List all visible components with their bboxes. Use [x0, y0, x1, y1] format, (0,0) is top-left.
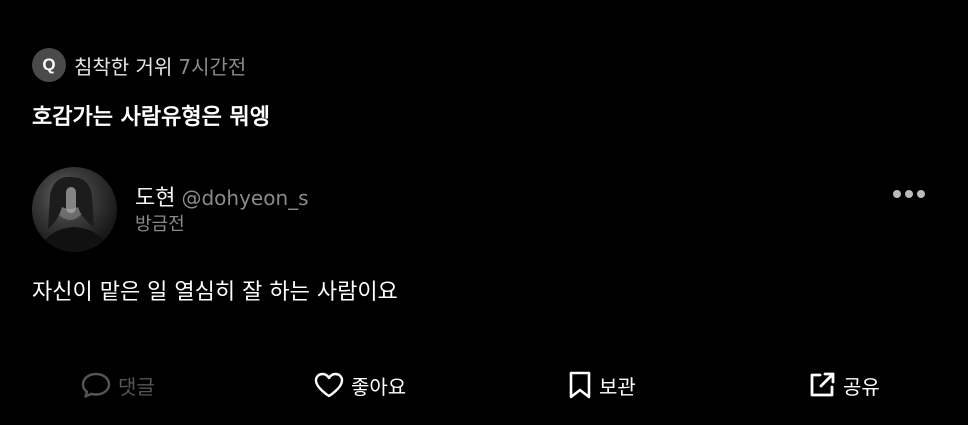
- bookmark-icon: [569, 371, 591, 399]
- like-button[interactable]: 좋아요: [313, 365, 406, 405]
- avatar-photo: [40, 176, 110, 252]
- like-label: 좋아요: [351, 374, 407, 399]
- asker-name[interactable]: 침착한 거위: [74, 51, 172, 80]
- answer-text: 자신이 맡은 일 열심히 잘 하는 사람이요: [32, 280, 398, 305]
- action-bar: 댓글 좋아요 보관 공유: [0, 365, 968, 405]
- avatar[interactable]: [32, 167, 117, 252]
- question-text: 호감가는 사람유형은 뭐엥: [32, 105, 270, 130]
- save-label: 보관: [599, 374, 636, 399]
- comment-bubble-icon: [81, 372, 111, 398]
- question-meta: Q 침착한 거위 7시간전: [32, 47, 246, 83]
- more-horizontal-icon: [893, 190, 925, 198]
- author-name[interactable]: 도현: [135, 180, 175, 212]
- author-handle[interactable]: @dohyeon_s: [181, 186, 308, 210]
- more-button[interactable]: [888, 180, 930, 208]
- answer-time: 방금전: [135, 214, 185, 235]
- comment-label: 댓글: [118, 374, 155, 399]
- heart-icon: [314, 372, 344, 398]
- share-button[interactable]: 공유: [807, 365, 880, 405]
- comment-button[interactable]: 댓글: [80, 365, 155, 405]
- share-icon: [810, 372, 835, 397]
- question-badge: Q: [32, 48, 66, 82]
- save-button[interactable]: 보관: [567, 365, 636, 405]
- question-time: 7시간전: [178, 54, 247, 79]
- author-line: 도현 @dohyeon_s: [135, 180, 309, 212]
- share-label: 공유: [843, 374, 880, 399]
